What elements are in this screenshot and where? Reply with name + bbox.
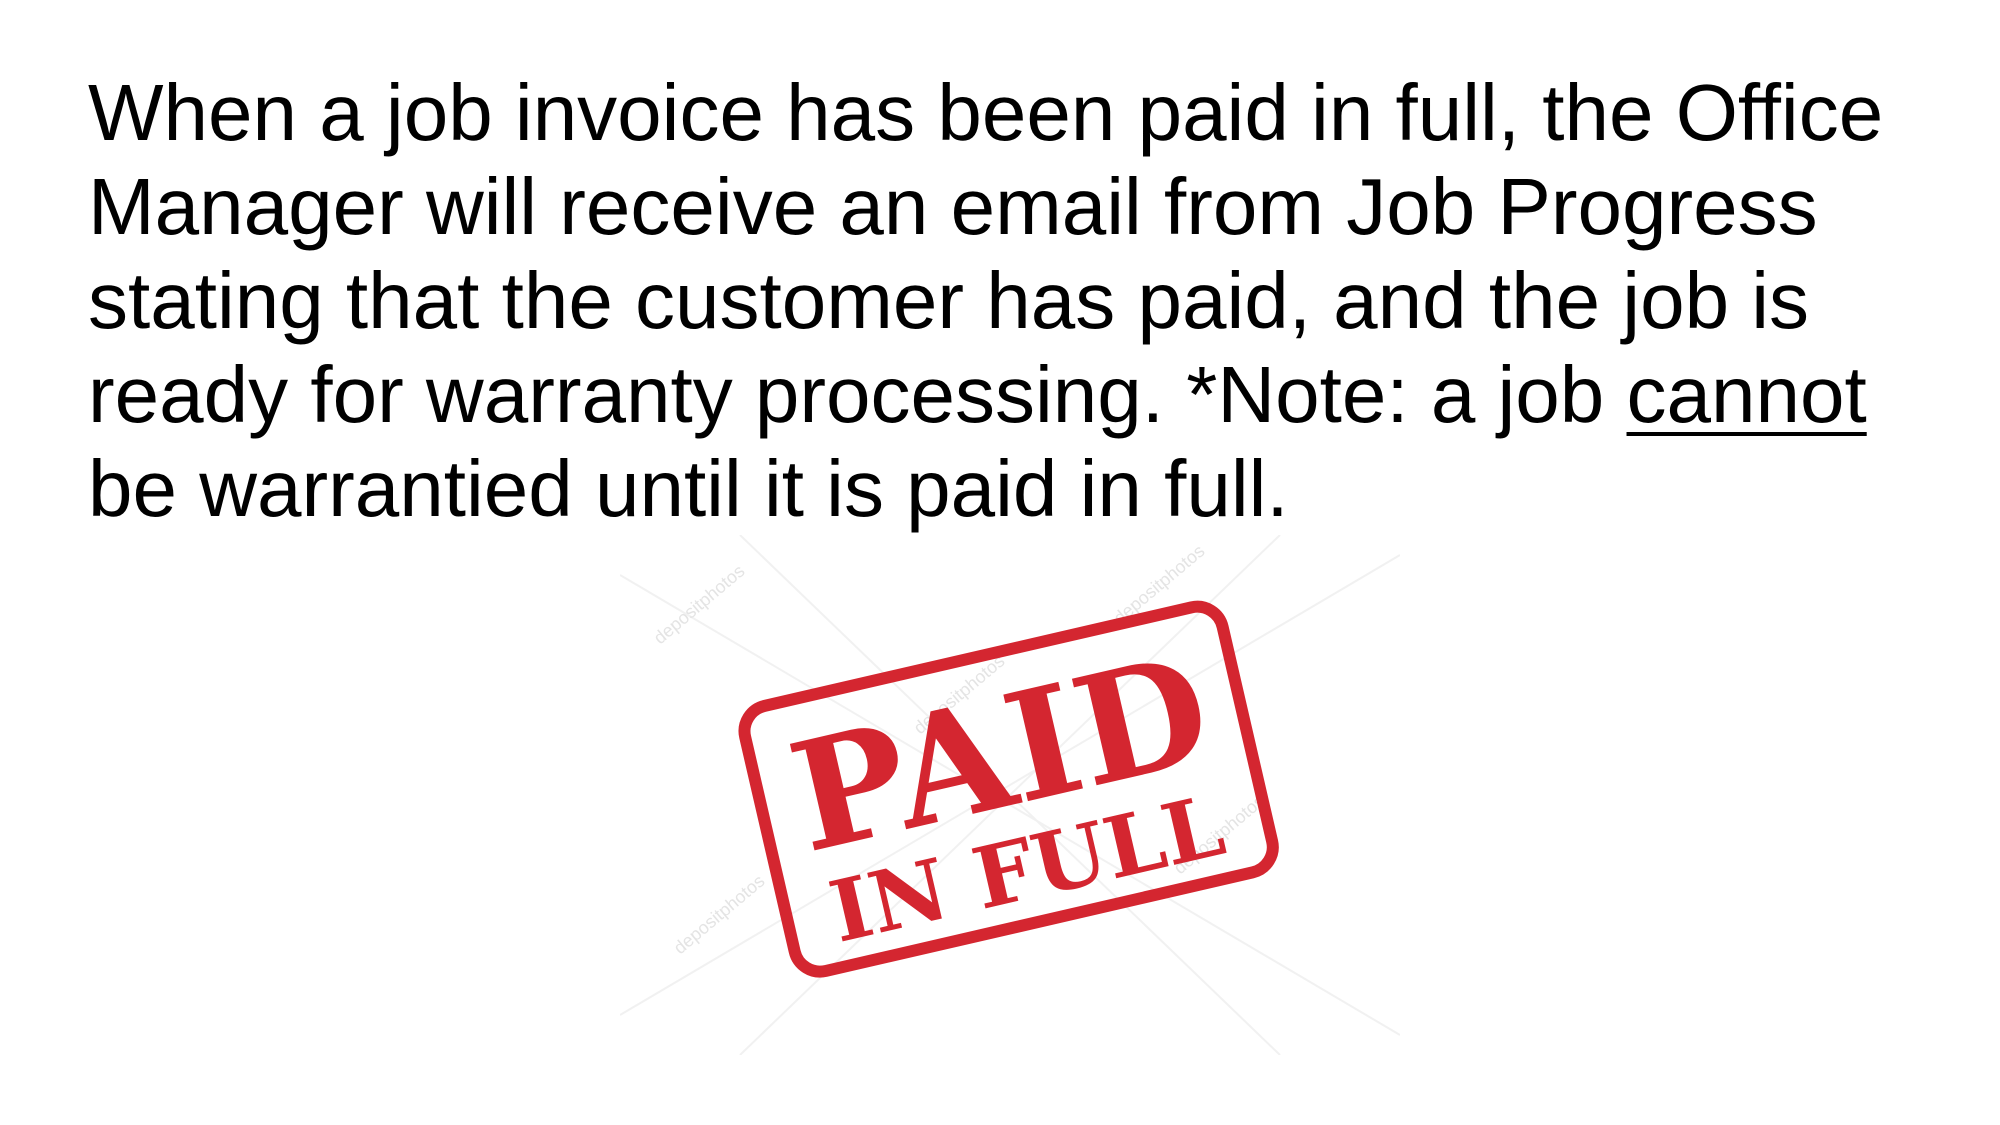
paid-in-full-stamp-icon: depositphotos depositphotos depositphoto… (620, 535, 1400, 1055)
paragraph-text-start: When a job invoice has been paid in full… (88, 68, 1884, 439)
svg-text:depositphotos: depositphotos (650, 561, 749, 648)
slide: When a job invoice has been paid in full… (0, 0, 2000, 1125)
paragraph-text-end: be warrantied until it is paid in full. (88, 444, 1289, 533)
stamp-group: PAID IN FULL (738, 600, 1279, 978)
paid-in-full-stamp-image: depositphotos depositphotos depositphoto… (620, 535, 1400, 1055)
body-paragraph: When a job invoice has been paid in full… (88, 66, 1948, 536)
paragraph-emphasis-cannot: cannot (1626, 350, 1867, 439)
svg-text:depositphotos: depositphotos (670, 871, 769, 958)
